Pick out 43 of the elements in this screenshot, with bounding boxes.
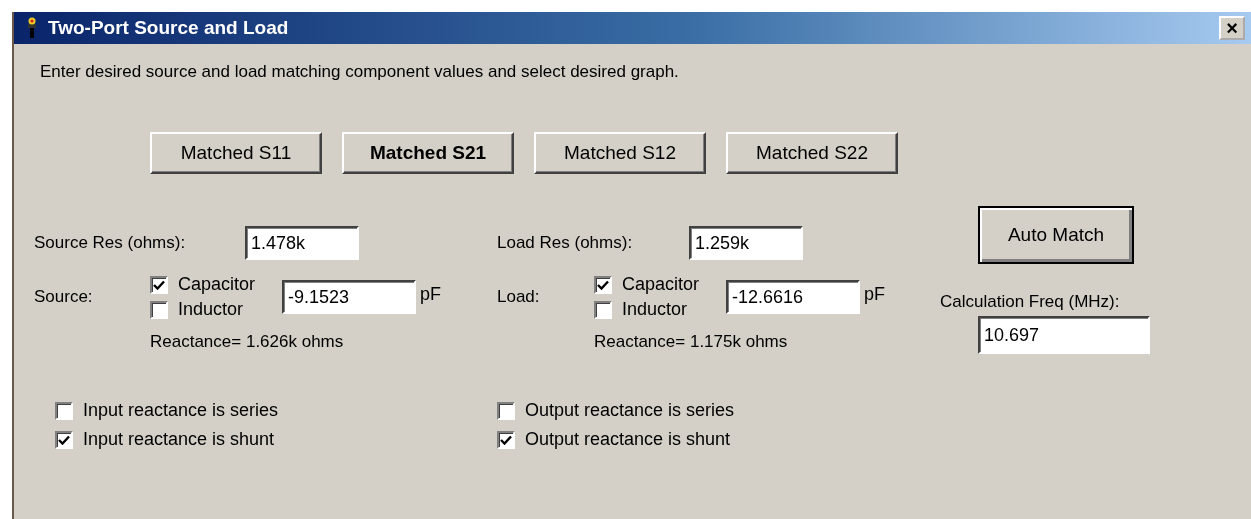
resistance-label: Source Res (ohms):	[34, 233, 187, 253]
checkmark-icon	[58, 434, 70, 445]
resistance-field[interactable]: 1.259k	[689, 226, 803, 260]
reactance-text: Reactance= 1.175k ohms	[594, 332, 789, 352]
checkbox[interactable]	[594, 275, 612, 294]
frequency-label: Calculation Freq (MHz):	[940, 292, 1121, 312]
checkmark-icon	[597, 279, 609, 290]
checkmark-icon	[153, 279, 165, 290]
unit-label: pF	[420, 283, 441, 305]
checkbox-label: Input reactance is series	[83, 400, 279, 421]
checkbox[interactable]	[497, 430, 515, 449]
close-button[interactable]: ×	[1219, 16, 1245, 40]
checkbox[interactable]	[497, 401, 515, 420]
graph-button[interactable]: Matched S22	[726, 132, 898, 174]
auto-match-button[interactable]: Auto Match	[978, 206, 1134, 264]
torch-icon	[26, 17, 38, 39]
checkmark-icon	[500, 434, 512, 445]
graph-button[interactable]: Matched S21	[342, 132, 514, 174]
component-label: Load:	[497, 287, 541, 307]
frequency-field[interactable]: 10.697	[978, 316, 1150, 354]
option-label: Capacitor	[622, 274, 700, 295]
option-label: Inductor	[178, 299, 244, 320]
instruction-text: Enter desired source and load matching component values and select desired graph.	[40, 62, 680, 82]
option-label: Inductor	[622, 299, 688, 320]
component-label: Source:	[34, 287, 94, 307]
window-title: Two-Port Source and Load	[48, 17, 290, 39]
checkbox-label: Output reactance is shunt	[525, 429, 731, 450]
checkbox-label: Output reactance is series	[525, 400, 735, 421]
checkbox[interactable]	[150, 300, 168, 319]
option-label: Capacitor	[178, 274, 256, 295]
graph-button[interactable]: Matched S11	[150, 132, 322, 174]
graph-button[interactable]: Matched S12	[534, 132, 706, 174]
component-value-field[interactable]: -12.6616	[726, 280, 860, 314]
reactance-text: Reactance= 1.626k ohms	[150, 332, 345, 352]
resistance-field[interactable]: 1.478k	[245, 226, 359, 260]
checkbox-label: Input reactance is shunt	[83, 429, 275, 450]
checkbox[interactable]	[150, 275, 168, 294]
resistance-label: Load Res (ohms):	[497, 233, 634, 253]
unit-label: pF	[864, 283, 885, 305]
component-value-field[interactable]: -9.1523	[282, 280, 416, 314]
checkbox[interactable]	[55, 430, 73, 449]
checkbox[interactable]	[594, 300, 612, 319]
checkbox[interactable]	[55, 401, 73, 420]
